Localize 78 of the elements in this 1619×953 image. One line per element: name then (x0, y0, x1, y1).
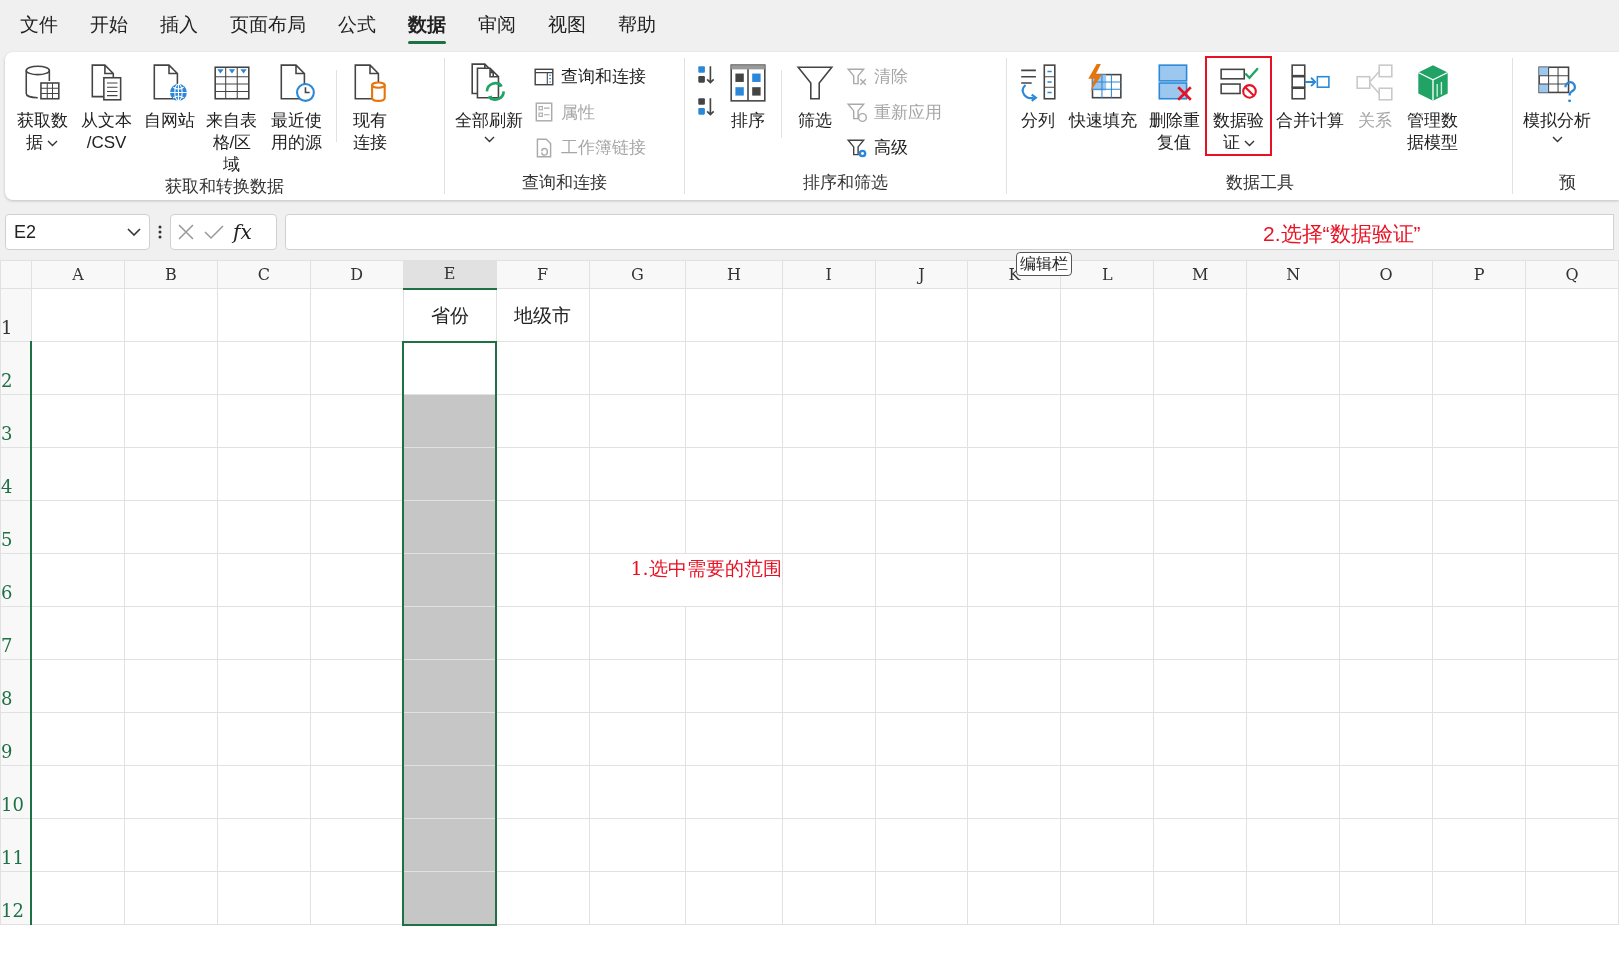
row-header[interactable]: 4 (0, 447, 32, 501)
ribbon-button[interactable]: 来自表格/区域 (200, 58, 264, 176)
properties-list-icon (533, 101, 555, 124)
column-header[interactable]: I (782, 260, 876, 289)
row-header[interactable]: 11 (0, 818, 32, 872)
ribbon-tab[interactable]: 数据 (392, 4, 462, 46)
check-icon[interactable] (203, 223, 225, 241)
funnel-refresh-icon (846, 101, 868, 124)
row-header[interactable]: 7 (0, 606, 32, 660)
ribbon-button[interactable]: 全部刷新 (451, 58, 527, 143)
select-all-corner[interactable] (0, 260, 32, 289)
row-header[interactable]: 2 (0, 341, 32, 395)
group-label: 预 (1558, 172, 1577, 194)
ribbon-button[interactable]: 数据验证 (1207, 58, 1270, 154)
tooltip: 编辑栏 (1016, 252, 1072, 276)
row-header[interactable]: 8 (0, 659, 32, 713)
ribbon-button[interactable]: 模拟分析 (1519, 58, 1595, 143)
ribbon-button[interactable]: 管理数据模型 (1401, 58, 1465, 154)
sort-grid-icon (727, 62, 769, 104)
formula-field[interactable]: 2.选择“数据验证” (285, 214, 1614, 250)
ribbon-tab[interactable]: 页面布局 (214, 4, 322, 46)
row-header[interactable]: 5 (0, 500, 32, 554)
ribbon-tab[interactable]: 开始 (74, 4, 144, 46)
column-header[interactable]: Q (1525, 260, 1619, 289)
sheet-cell[interactable]: 地级市 (496, 288, 589, 342)
column-header[interactable]: O (1339, 260, 1433, 289)
ribbon-tab[interactable]: 公式 (322, 4, 392, 46)
group-label: 数据工具 (1224, 172, 1295, 194)
dropdown-icon (127, 228, 141, 236)
ribbon-button[interactable]: 排序 (723, 58, 773, 132)
group-label: 查询和连接 (521, 172, 608, 194)
column-header[interactable]: H (685, 260, 783, 289)
column-header[interactable]: J (875, 260, 968, 289)
column-header[interactable]: F (496, 260, 589, 289)
row-header[interactable]: 6 (0, 553, 32, 607)
ribbon-button[interactable]: 筛选 (790, 58, 840, 132)
ribbon-button[interactable]: 高级 (842, 133, 946, 163)
ribbon-tab[interactable]: 文件 (4, 4, 74, 46)
column-header[interactable]: P (1432, 260, 1526, 289)
row-header[interactable]: 3 (0, 394, 32, 448)
group-label: 获取和转换数据 (164, 176, 285, 198)
sort-descending-icon (695, 96, 717, 118)
ribbon-button[interactable]: 查询和连接 (529, 62, 650, 92)
row-header[interactable]: 9 (0, 712, 32, 766)
ribbon-button[interactable]: 删除重复值 (1143, 58, 1206, 154)
ribbon-tab[interactable]: 帮助 (602, 4, 672, 46)
name-box[interactable]: E2 (5, 214, 150, 250)
insert-function-button[interactable]: fx (233, 217, 252, 247)
ribbon-button[interactable]: 自网站 (139, 58, 199, 132)
ribbon-button[interactable]: 现有连接 (344, 58, 395, 154)
ribbon-tab[interactable]: 插入 (144, 4, 214, 46)
column-header[interactable]: C (217, 260, 311, 289)
ribbon-button[interactable]: 获取数据 (11, 58, 74, 154)
sheet-cell[interactable] (403, 341, 497, 395)
group-label: 排序和筛选 (802, 172, 889, 194)
annotation-text: 2.选择“数据验证” (1263, 221, 1421, 247)
ribbon-button[interactable]: 从文本/CSV (75, 58, 138, 154)
annotation-text: 1.选中需要的范围 (589, 553, 783, 607)
column-header[interactable]: A (31, 260, 125, 289)
ribbon-button[interactable]: 快速填充 (1065, 58, 1141, 132)
row-header[interactable]: 12 (0, 871, 32, 925)
column-header[interactable]: G (589, 260, 686, 289)
more-icon[interactable] (158, 225, 162, 239)
ribbon-tab[interactable]: 视图 (532, 4, 602, 46)
ribbon-button[interactable]: 分列 (1013, 58, 1063, 132)
relationships-icon (1353, 62, 1396, 104)
row-header[interactable]: 10 (0, 765, 32, 819)
column-header[interactable]: M (1153, 260, 1247, 289)
column-header[interactable]: B (124, 260, 218, 289)
cancel-icon[interactable] (177, 223, 195, 241)
ribbon-button[interactable]: 合并计算 (1271, 58, 1348, 132)
column-header[interactable]: N (1246, 260, 1340, 289)
column-header[interactable]: D (310, 260, 404, 289)
row-header[interactable]: 1 (0, 288, 32, 342)
column-header[interactable]: E (403, 260, 497, 289)
sort-ascending-icon (695, 64, 717, 86)
ribbon-tab[interactable]: 审阅 (462, 4, 532, 46)
ribbon-button[interactable]: 最近使用的源 (265, 58, 328, 154)
